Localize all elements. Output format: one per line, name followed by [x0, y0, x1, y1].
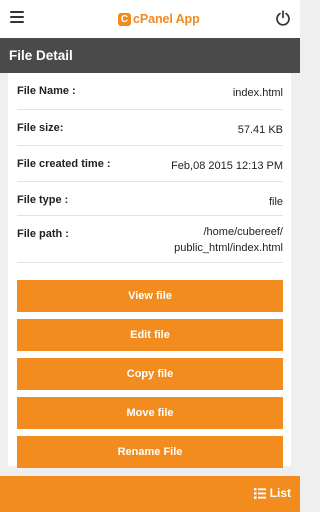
file-detail-card: File Name : index.html File size: 57.41 …	[8, 73, 291, 468]
rename-file-button[interactable]: Rename File	[17, 436, 283, 468]
detail-label: File path :	[17, 228, 69, 240]
cpanel-logo-icon: C	[118, 12, 131, 26]
hamburger-icon[interactable]	[10, 11, 24, 23]
move-file-button[interactable]: Move file	[17, 397, 283, 429]
copy-file-button[interactable]: Copy file	[17, 358, 283, 390]
detail-row-file-name: File Name : index.html	[17, 73, 283, 110]
detail-value: 57.41 KB	[237, 124, 283, 136]
detail-label: File type :	[17, 194, 69, 206]
app-header: C cPanel App	[0, 0, 300, 38]
power-icon[interactable]	[275, 10, 291, 26]
detail-row-file-size: File size: 57.41 KB	[17, 110, 283, 146]
detail-label: File created time :	[17, 158, 111, 170]
list-label: List	[269, 486, 291, 500]
bottom-bar: List	[0, 476, 300, 512]
app-brand: C cPanel App	[118, 10, 200, 28]
detail-label: File Name :	[17, 85, 76, 97]
detail-value: index.html	[232, 87, 283, 99]
path-line-1: /home/cubereef/	[203, 226, 284, 238]
detail-value: Feb,08 2015 12:13 PM	[171, 160, 283, 172]
detail-row-file-type: File type : file	[17, 182, 283, 216]
detail-value: /home/cubereef/ public_html/index.html	[174, 224, 283, 256]
detail-value: file	[268, 196, 283, 208]
detail-label: File size:	[17, 122, 64, 134]
list-icon	[253, 487, 266, 499]
app-name: cPanel App	[133, 12, 200, 26]
list-button[interactable]: List	[253, 486, 291, 500]
edit-file-button[interactable]: Edit file	[17, 319, 283, 351]
view-file-button[interactable]: View file	[17, 280, 283, 312]
detail-row-file-path: File path : /home/cubereef/ public_html/…	[17, 216, 283, 263]
detail-row-created-time: File created time : Feb,08 2015 12:13 PM	[17, 146, 283, 182]
page-title: File Detail	[0, 38, 300, 73]
path-line-2: public_html/index.html	[174, 242, 283, 254]
